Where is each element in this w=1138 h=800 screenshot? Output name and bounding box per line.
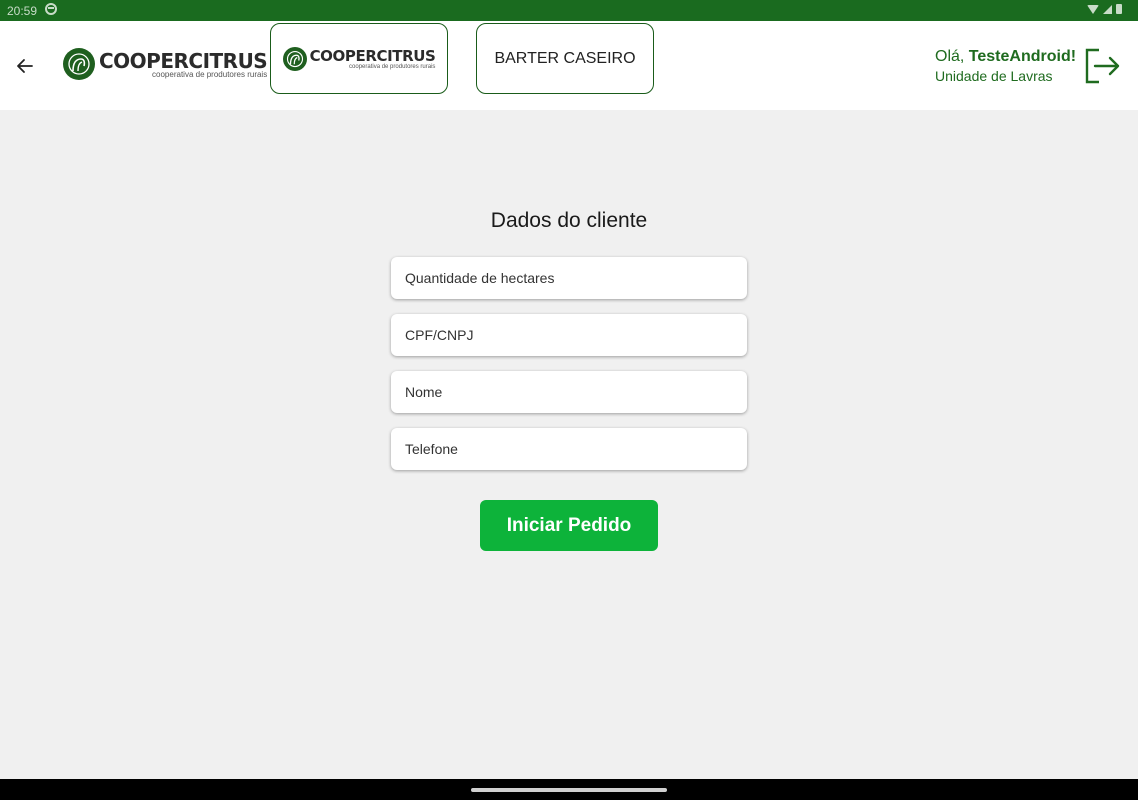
hectares-input[interactable] bbox=[391, 257, 747, 299]
status-icons bbox=[1087, 4, 1122, 14]
hectares-field[interactable] bbox=[391, 257, 747, 299]
back-button[interactable] bbox=[10, 51, 40, 81]
home-gesture-handle[interactable] bbox=[471, 788, 667, 792]
app-header: COOPERCITRUS cooperativa de produtores r… bbox=[0, 21, 1138, 110]
phone-field[interactable] bbox=[391, 428, 747, 470]
cpf-cnpj-field[interactable] bbox=[391, 314, 747, 356]
system-nav-bar bbox=[0, 779, 1138, 800]
tab-coopercitrus[interactable]: COOPERCITRUS cooperativa de produtores r… bbox=[270, 23, 448, 94]
user-greeting: Olá, TesteAndroid! bbox=[935, 47, 1076, 67]
debug-status-icon bbox=[45, 3, 57, 15]
form-title: Dados do cliente bbox=[490, 209, 648, 232]
brand-tagline: cooperativa de produtores rurais bbox=[152, 69, 268, 79]
user-info: Olá, TesteAndroid! Unidade de Lavras bbox=[935, 47, 1076, 85]
tab-brand-name: COOPERCITRUS bbox=[309, 46, 436, 65]
main-content: Dados do cliente Iniciar Pedido bbox=[0, 110, 1138, 779]
logout-icon bbox=[1085, 48, 1120, 84]
leaf-logo-icon bbox=[282, 46, 307, 71]
phone-input[interactable] bbox=[391, 428, 747, 470]
tab-barter-caseiro-label: BARTER CASEIRO bbox=[494, 49, 636, 67]
brand-name: COOPERCITRUS bbox=[99, 48, 268, 73]
logout-button[interactable] bbox=[1083, 47, 1121, 85]
status-bar: 20:59 bbox=[0, 0, 1138, 21]
battery-icon bbox=[1116, 4, 1122, 14]
greeting-prefix: Olá, bbox=[935, 48, 969, 65]
status-time: 20:59 bbox=[7, 4, 38, 18]
arrow-left-icon bbox=[17, 59, 33, 73]
tab-barter-caseiro[interactable]: BARTER CASEIRO bbox=[476, 23, 654, 94]
user-unit: Unidade de Lavras bbox=[935, 68, 1053, 84]
tab-brand-tagline: cooperativa de produtores rurais bbox=[349, 63, 436, 70]
username: TesteAndroid! bbox=[968, 48, 1077, 65]
wifi-icon bbox=[1087, 4, 1099, 14]
name-field[interactable] bbox=[391, 371, 747, 413]
leaf-logo-icon bbox=[63, 48, 95, 80]
name-input[interactable] bbox=[391, 371, 747, 413]
brand-logo: COOPERCITRUS cooperativa de produtores r… bbox=[63, 48, 268, 80]
signal-icon bbox=[1103, 4, 1112, 14]
start-order-button[interactable]: Iniciar Pedido bbox=[480, 500, 658, 551]
cpf-cnpj-input[interactable] bbox=[391, 314, 747, 356]
